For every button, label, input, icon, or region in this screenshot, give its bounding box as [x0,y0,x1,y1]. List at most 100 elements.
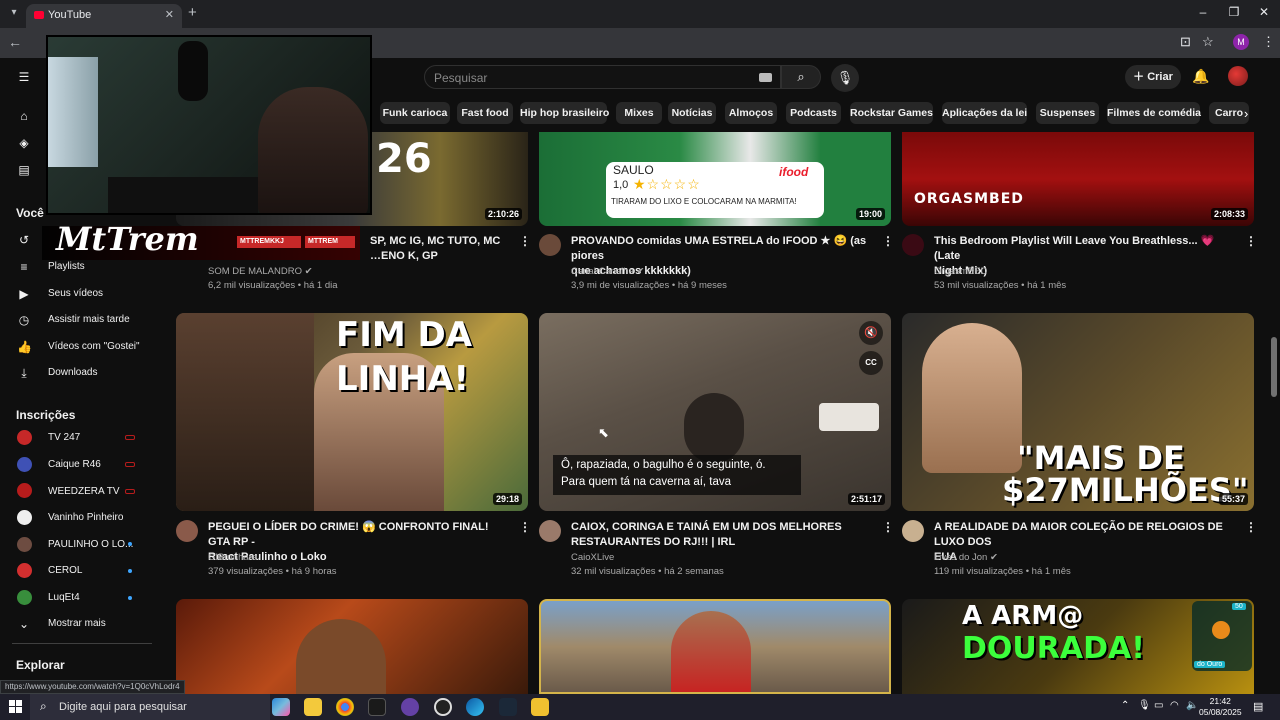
you-heading[interactable]: Você [16,206,44,220]
video-thumbnail[interactable]: SAULO 1,0 ★☆☆☆☆ ifood TIRARAM DO LIXO E … [539,132,891,226]
more-options-icon[interactable]: ⋮ [519,234,531,248]
video-thumbnail[interactable] [539,599,891,694]
chip[interactable]: Carro [1209,102,1249,124]
channel-avatar[interactable] [539,234,561,256]
subscription-item[interactable]: TV 247 [48,432,80,443]
search-input[interactable]: Pesquisar [424,65,781,89]
app-icon[interactable] [531,698,549,716]
chip[interactable]: Suspenses [1036,102,1099,124]
taskbar-search-input[interactable]: ⌕ Digite aqui para pesquisar [30,694,270,720]
chip[interactable]: Filmes de comédia [1107,102,1201,124]
tab-search-icon[interactable]: ▾ [6,5,22,21]
network-icon[interactable]: ▭ [1154,700,1163,711]
bookmark-star-icon[interactable]: ☆ [1202,34,1214,50]
channel-avatar[interactable] [902,234,924,256]
voice-search-button[interactable]: 🎙 [831,64,859,92]
video-title[interactable]: SP, MC IG, MC TUTO, MC …ENO K, GP [370,234,510,264]
video-thumbnail[interactable]: FIM DA LINHA! 29:18 [176,313,528,511]
history-icon[interactable]: ↺ [17,233,31,247]
obs-icon[interactable] [434,698,452,716]
chip[interactable]: Aplicações da lei [942,102,1027,124]
hamburger-menu-icon[interactable]: ☰ [17,70,31,84]
sidebar-item-your-videos[interactable]: Seus vídeos [48,288,103,299]
channel-name[interactable]: CaioXLive [571,552,614,563]
steam-icon[interactable] [499,698,517,716]
page-scrollbar-thumb[interactable] [1271,337,1277,397]
copilot-icon[interactable] [272,698,290,716]
restore-button[interactable]: ❐ [1224,5,1244,19]
close-window-button[interactable]: ✕ [1254,5,1274,19]
search-button[interactable]: ⌕ [781,65,821,89]
video-thumbnail[interactable]: A ARM@ DOURADA! 50 do Ouro [902,599,1254,694]
more-options-icon[interactable]: ⋮ [882,234,894,248]
subscription-item[interactable]: Caique R46 [48,459,101,470]
chip[interactable]: Almoços [725,102,777,124]
capcut-icon[interactable] [368,698,386,716]
video-title[interactable]: CAIOX, CORINGA E TAINÁ EM UM DOS MELHORE… [571,520,876,550]
notifications-bell-icon[interactable]: 🔔 [1192,68,1209,85]
chip[interactable]: Podcasts [786,102,841,124]
video-thumbnail[interactable] [176,599,528,694]
subscription-item[interactable]: Vaninho Pinheiro [48,512,123,523]
chip[interactable]: Fast food [457,102,513,124]
minimize-button[interactable]: – [1193,5,1213,19]
new-tab-button[interactable]: + [188,4,197,21]
channel-name[interactable]: SOM DE MALANDRO ✔ [208,266,313,277]
video-player-preview[interactable]: 🔇 CC Ô, rapaziada, o bagulho é o seguint… [539,313,891,511]
more-options-icon[interactable]: ⋮ [1245,520,1257,534]
more-options-icon[interactable]: ⋮ [882,520,894,534]
subscriptions-icon[interactable]: ▤ [17,163,31,177]
channel-avatar[interactable] [902,520,924,542]
windows-start-icon[interactable] [9,700,22,713]
channel-avatar[interactable] [539,520,561,542]
sidebar-item-downloads[interactable]: Downloads [48,367,97,378]
subscription-item[interactable]: PAULINHO O LO... [48,539,133,550]
show-more-button[interactable]: Mostrar mais [48,618,106,629]
video-thumbnail[interactable]: ORGASMBED 2:08:33 [902,132,1254,226]
chip[interactable]: Notícias [668,102,716,124]
notification-center-icon[interactable]: ▤ [1253,700,1263,713]
chip[interactable]: Funk carioca [380,102,450,124]
home-icon[interactable]: ⌂ [17,109,31,123]
sidebar-item-liked[interactable]: Vídeos com "Gostei" [48,341,140,352]
subscription-item[interactable]: WEEDZERA TV [48,486,120,497]
channel-name[interactable]: Lives do Jon ✔ [934,552,998,563]
shorts-icon[interactable]: ◈ [17,136,31,150]
wifi-icon[interactable]: ◠ [1170,700,1179,711]
subscription-item[interactable]: CEROL [48,565,82,576]
mute-icon[interactable]: 🔇 [859,321,883,345]
tab-close-icon[interactable]: ✕ [165,8,174,21]
create-button[interactable]: ＋ Criar [1125,65,1181,89]
volume-icon[interactable]: 🔈 [1186,700,1198,711]
channel-name[interactable]: Canal Canalha ✔ [571,266,644,277]
microphone-tray-icon[interactable]: 🎙 [1138,700,1151,711]
keyboard-icon[interactable] [759,73,772,82]
more-options-icon[interactable]: ⋮ [1245,234,1257,248]
channel-avatar[interactable] [176,520,198,542]
tray-chevron-icon[interactable]: ⌃ [1121,700,1129,711]
sidebar-item-watch-later[interactable]: Assistir mais tarde [48,314,130,325]
back-arrow-icon[interactable]: ← [8,34,22,50]
chip[interactable]: Hip hop brasileiro [520,102,609,124]
browser-menu-icon[interactable]: ⋮ [1262,34,1275,50]
edge-icon[interactable] [466,698,484,716]
chrome-icon[interactable] [336,698,354,716]
account-avatar[interactable] [1228,66,1248,86]
channel-name[interactable]: GIBrunhara [208,552,257,563]
chip[interactable]: Mixes [616,102,662,124]
captions-icon[interactable]: CC [859,351,883,375]
app-icon[interactable] [401,698,419,716]
tab-youtube[interactable]: YouTube ✕ [26,4,182,28]
channel-name[interactable]: OrgasmBED [934,266,987,277]
video-thumbnail[interactable]: "MAIS DE $27MILHÕES" 55:37 [902,313,1254,511]
chevron-right-icon[interactable]: › [1244,106,1248,121]
install-app-icon[interactable]: ⊡ [1180,34,1191,50]
file-explorer-icon[interactable] [304,698,322,716]
taskbar-clock[interactable]: 21:42 05/08/2025 [1199,696,1242,718]
more-options-icon[interactable]: ⋮ [519,520,531,534]
subscription-avatar [17,483,32,498]
profile-avatar[interactable]: M [1233,34,1249,50]
subscription-item[interactable]: LuqEt4 [48,592,80,603]
chip[interactable]: Rockstar Games [850,102,933,124]
brand-logo: MtTrem [56,220,199,258]
